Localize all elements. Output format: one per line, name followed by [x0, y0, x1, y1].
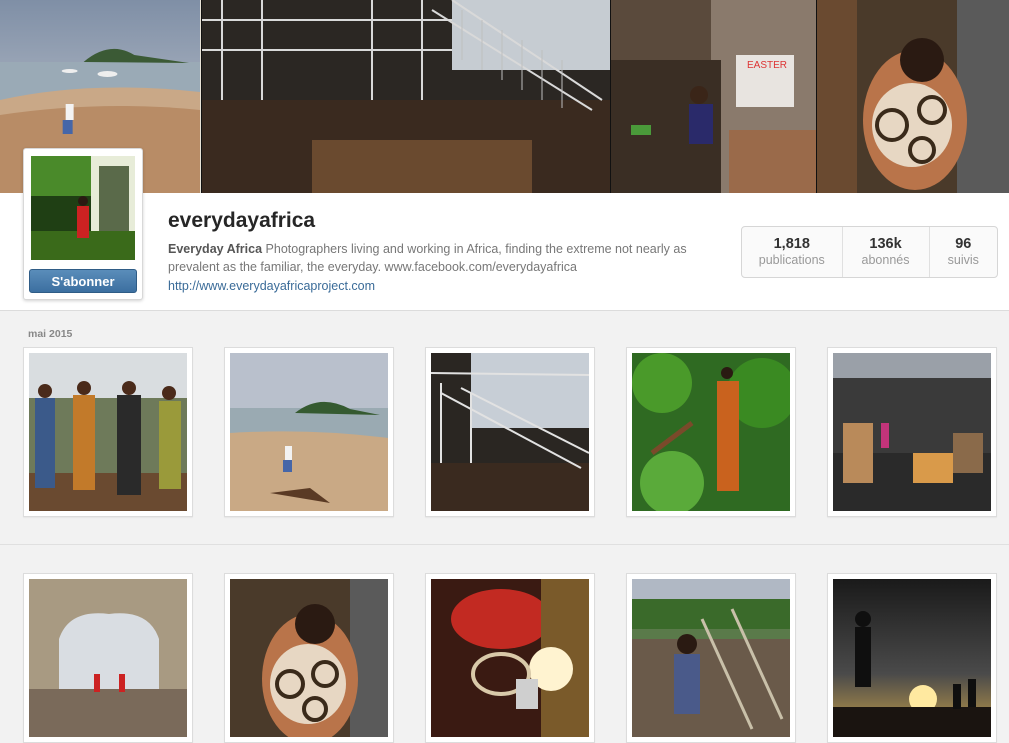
stat-following[interactable]: 96 suivis: [930, 227, 997, 277]
post-thumbnail[interactable]: [827, 347, 997, 517]
profile-header: everydayafrica Everyday Africa Photograp…: [0, 193, 1009, 311]
avatar-card: S'abonner: [23, 148, 143, 300]
feed-section-date: mai 2015: [28, 328, 73, 340]
cover-photo-mother-child[interactable]: [817, 0, 1009, 193]
avatar[interactable]: [31, 156, 135, 260]
post-thumbnail[interactable]: [23, 347, 193, 517]
follow-button[interactable]: S'abonner: [29, 269, 137, 293]
profile-username: everydayafrica: [168, 209, 316, 232]
profile-bio: Everyday Africa Photographers living and…: [168, 240, 728, 276]
feed-divider: [0, 544, 1009, 545]
cover-banner: EASTER: [0, 0, 1009, 193]
stat-followers-label: abonnés: [861, 253, 910, 267]
stat-following-label: suivis: [947, 253, 979, 267]
post-thumbnail[interactable]: [224, 347, 394, 517]
stat-publications[interactable]: 1,818 publications: [742, 227, 843, 277]
post-thumbnail[interactable]: [23, 573, 193, 743]
post-thumbnail[interactable]: [626, 573, 796, 743]
post-thumbnail[interactable]: [626, 347, 796, 517]
post-thumbnail[interactable]: [224, 573, 394, 743]
cover-photo-footbridge[interactable]: [202, 0, 610, 193]
post-thumbnail[interactable]: [425, 573, 595, 743]
post-thumbnail[interactable]: [827, 573, 997, 743]
poster-text: EASTER: [747, 60, 787, 71]
stat-following-value: 96: [955, 236, 972, 252]
bio-name: Everyday Africa: [168, 242, 263, 256]
stat-followers-value: 136k: [869, 236, 902, 252]
stat-followers[interactable]: 136k abonnés: [843, 227, 930, 277]
post-thumbnail[interactable]: [425, 347, 595, 517]
profile-website-link[interactable]: http://www.everydayafricaproject.com: [168, 279, 375, 293]
cover-photo-shop[interactable]: EASTER: [611, 0, 816, 193]
profile-stats: 1,818 publications 136k abonnés 96 suivi…: [741, 226, 998, 278]
stat-publications-label: publications: [758, 253, 825, 267]
stat-publications-value: 1,818: [773, 236, 810, 252]
